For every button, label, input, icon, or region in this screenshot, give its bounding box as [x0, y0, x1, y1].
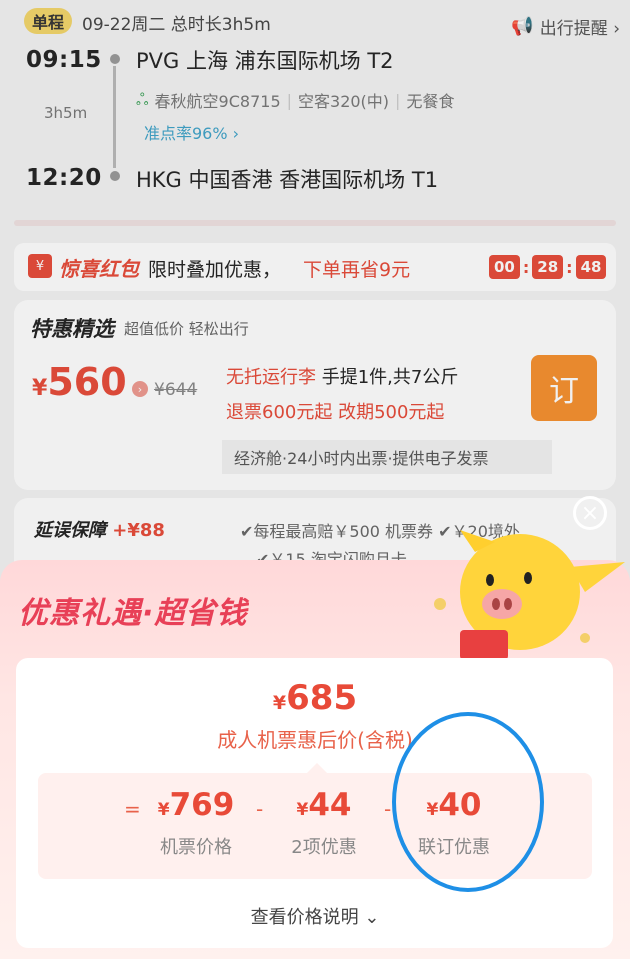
red-packet-bar[interactable]: ¥ 惊喜红包 限时叠加优惠， 下单再省9元 00: 28: 48: [14, 243, 616, 291]
timer-seconds: 48: [575, 255, 607, 279]
red-packet-save: 下单再省9元: [303, 259, 411, 281]
red-packet-icon: ¥: [28, 254, 52, 278]
flight-duration: 3h5m: [44, 104, 88, 122]
deal-price: ¥560: [32, 360, 127, 404]
depart-airport: PVG 上海 浦东国际机场 T2: [136, 49, 394, 73]
deal-tags: 经济舱·24小时内出票·提供电子发票: [222, 440, 552, 474]
arrive-airport: HKG 中国香港 香港国际机场 T1: [136, 168, 439, 192]
arrive-time: 12:20: [26, 165, 102, 191]
countdown-timer: 00: 28: 48: [489, 255, 607, 279]
deal-price-symbol: ¥: [32, 376, 48, 401]
deal-old-price: ¥644: [154, 380, 198, 400]
final-price-value: 685: [286, 678, 358, 718]
ticket-price-label: 机票价格: [160, 837, 232, 858]
meal-info: 无餐食: [406, 92, 455, 111]
ticket-price: ¥769: [157, 787, 235, 823]
pig-mascot-icon: [434, 530, 625, 660]
refund-policy[interactable]: 退票600元起 改期500元起: [226, 398, 444, 424]
divider: [14, 220, 616, 226]
delay-title: 延误保障 +¥88: [34, 516, 165, 542]
delay-price: +¥88: [112, 520, 165, 541]
book-button[interactable]: 订: [531, 355, 597, 421]
deal-title: 特惠精选: [30, 317, 114, 341]
close-button[interactable]: ×: [573, 496, 607, 530]
travel-reminder-label: 出行提醒 ›: [539, 19, 620, 39]
delay-title-text: 延误保障: [34, 520, 106, 541]
depart-dot: [110, 54, 120, 64]
arrive-dot: [110, 171, 120, 181]
final-price-symbol: ¥: [272, 692, 287, 714]
travel-reminder-button[interactable]: 📢 出行提醒 ›: [511, 14, 620, 39]
no-checked-baggage: 无托运行李: [226, 367, 316, 388]
red-packet-title: 惊喜红包: [59, 257, 139, 281]
airline-name: 春秋航空9C8715: [154, 92, 281, 111]
deal-baggage: 无托运行李 手提1件,共7公斤: [226, 363, 458, 389]
deal-subtitle: 超值低价 轻松出行: [124, 320, 249, 338]
op-equals: =: [124, 797, 141, 821]
highlight-circle: [392, 712, 544, 892]
depart-time: 09:15: [26, 47, 102, 73]
final-price: ¥685: [0, 678, 630, 718]
carry-on-info: 手提1件,共7公斤: [321, 367, 459, 388]
price-explain-link[interactable]: 查看价格说明 ⌄: [0, 903, 630, 929]
flight-detail-page: 单程 09-22周二 总时长3h5m 📢 出行提醒 › 09:15 PVG 上海…: [0, 0, 630, 959]
timer-minutes: 28: [532, 255, 564, 279]
deal-price-value: 560: [47, 360, 127, 404]
red-packet-desc: 限时叠加优惠，: [148, 259, 282, 281]
promo-sheet-title: 优惠礼遇·超省钱: [18, 596, 248, 631]
oneway-tag: 单程: [24, 8, 72, 34]
op-minus-1: -: [256, 797, 264, 821]
timer-hours: 00: [489, 255, 520, 279]
aircraft-type: 空客320(中): [298, 92, 390, 111]
discount-label: 2项优惠: [291, 837, 357, 858]
discount-amount: ¥44: [296, 787, 352, 823]
final-price-label: 成人机票惠后价(含税): [217, 728, 413, 752]
airline-logo-icon: ஃ: [136, 89, 149, 109]
op-minus-2: -: [384, 797, 392, 821]
chevron-right-icon: ›: [132, 381, 148, 397]
ontime-rate-link[interactable]: 准点率96% ›: [144, 120, 239, 144]
date-duration-info: 09-22周二 总时长3h5m: [82, 15, 271, 35]
airline-info: ஃ 春秋航空9C8715 | 空客320(中) | 无餐食: [136, 89, 455, 112]
megaphone-icon: 📢: [511, 16, 534, 37]
route-line: [113, 66, 116, 168]
